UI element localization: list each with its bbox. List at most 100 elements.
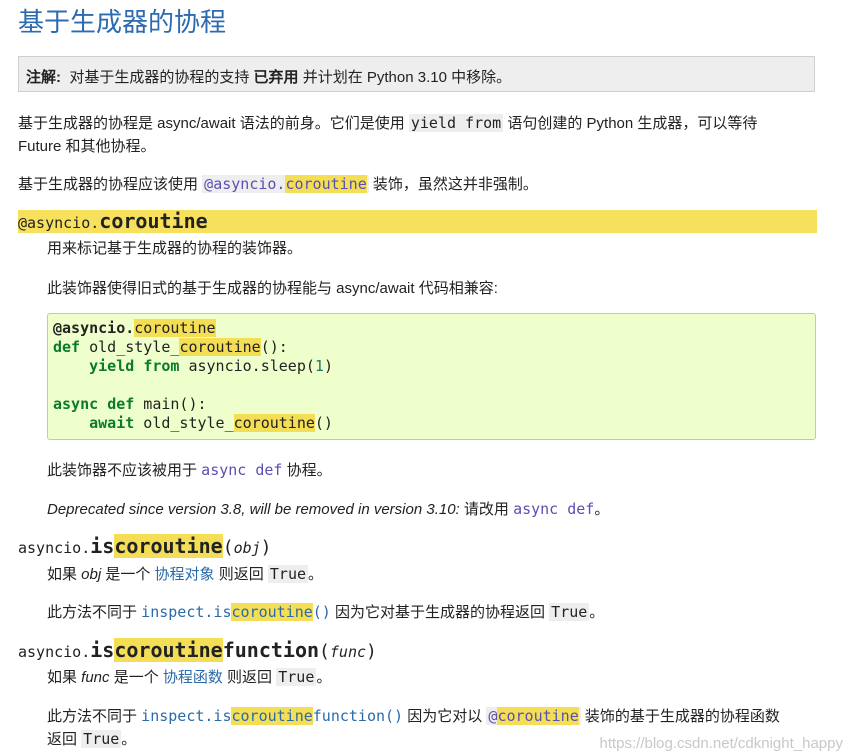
iscoroutine-signature: asyncio.iscoroutine(obj) [18,534,272,560]
iscoroutinefunction-description: 如果 func 是一个 协程函数 则返回 True。 [47,666,331,687]
inspect-link-a: inspect.is [141,603,232,621]
code-kw-def-2: def [107,395,135,413]
not-for-async-text: 此装饰器不应该被用于 async def 协程。 [47,459,332,480]
iscoroutine-description: 如果 obj 是一个 协程对象 则返回 True。 [47,563,323,584]
code-line-2: def old_style_coroutine(): [53,338,333,357]
note-label: 注解: [26,69,61,86]
page-title: 基于生成器的协程 [18,7,227,37]
note-text-1: 对基于生成器的协程的支持 [69,69,254,86]
inspect-fn-link-a: inspect.is [141,707,232,725]
inspect-fn-link-hl: coroutine [231,707,313,725]
intro-paragraph-line2: Future 和其他协程。 [18,138,156,155]
code-fn-name-a: old_style_ [80,338,180,356]
note-deprecated: 已弃用 [253,69,299,86]
code-dec-hl: coroutine [134,319,216,337]
code-kw-async: async [53,395,99,413]
dec-hl: coroutine [497,707,579,725]
iscoro-arg: obj [233,539,261,557]
code-example: @asyncio.coroutine def old_style_corouti… [53,319,333,433]
iscorofn-paren-close: ) [366,641,377,662]
code-sleep-close: ) [323,357,333,375]
code-fn-name-hl: coroutine [179,338,261,356]
iscorofn-true-code: True [276,668,317,686]
deprecated-notice: Deprecated since version 3.8, will be re… [47,498,609,519]
not-for-a: 此装饰器不应该被用于 [47,462,202,479]
link-prefix: @asyncio. [204,175,286,193]
iscoroutinefunction-signature: asyncio.iscoroutinefunction(func) [18,638,377,664]
code-await-call-hl: coroutine [233,414,315,432]
coroutine-function-link[interactable]: 协程函数 [163,669,223,686]
iscoro-desc-c: 则返回 [214,566,268,583]
code-line-1: @asyncio.coroutine [53,319,333,338]
deprecated-italic: Deprecated since version 3.8, will be re… [47,501,460,518]
iscoro-paren-close: ) [260,537,272,558]
iscorofn-desc-d: 。 [316,669,332,686]
iscorofn-desc-c: 则返回 [222,669,277,686]
iscorofn-desc-b: 是一个 [109,669,163,686]
inspect-iscoroutinefunction-link[interactable]: inspect.iscoroutinefunction() [141,707,403,725]
code-await-call-a: old_style_ [134,414,234,432]
iscoro-name-a: is [90,534,115,558]
code-dec-prefix: @asyncio. [53,319,135,337]
decorator-signature: @asyncio.coroutine [18,210,208,235]
asyncio-coroutine-link[interactable]: @asyncio.coroutine [202,175,369,193]
deprecation-note: 注解: 对基于生成器的协程的支持 已弃用 并计划在 Python 3.10 中移… [26,66,511,87]
code-num: 1 [314,357,324,375]
iscoro-diff-b: 因为它对基于生成器的协程返回 [330,604,550,621]
code-line-6: await old_style_coroutine() [53,414,333,433]
code-kw-yield: yield [89,357,135,375]
not-for-b: 协程。 [282,462,332,479]
code-await-call-b: () [314,414,333,432]
code-main: main(): [134,395,207,413]
iscorofn-prefix: asyncio. [18,643,91,661]
inspect-iscoroutine-link[interactable]: inspect.iscoroutine() [141,603,331,621]
usage-text-b: 装饰，虽然这并非强制。 [368,176,538,193]
watermark: https://blog.csdn.net/cdknight_happy [599,735,843,752]
code-kw-await: await [89,414,135,432]
inspect-link-hl: coroutine [231,603,313,621]
iscorofn-diff-b: 因为它对以 [403,708,487,725]
sig-name: coroutine [99,209,208,233]
deprecated-async-def: async def [513,500,595,518]
coroutine-object-link[interactable]: 协程对象 [155,566,215,583]
iscorofn-desc-func: func [81,669,110,686]
iscoro-paren-open: ( [222,537,234,558]
iscorofn-name-b: function [222,638,320,662]
iscorofn-diff2-true: True [81,730,122,748]
iscoro-name-hl: coroutine [114,534,223,558]
iscoro-diff-c: 。 [589,604,605,621]
decorator-description: 用来标记基于生成器的协程的装饰器。 [47,240,303,257]
decorator-compat-text: 此装饰器使得旧式的基于生成器的协程能与 async/await 代码相兼容: [47,280,498,297]
code-fn-paren: (): [260,338,288,356]
iscoro-desc-obj: obj [81,566,102,583]
code-kw-from: from [143,357,180,375]
coroutine-decorator-link[interactable]: @coroutine [486,707,581,725]
code-kw-def: def [53,338,81,356]
iscoro-desc-d: 。 [308,566,324,583]
note-text-2: 并计划在 Python 3.10 中移除。 [298,69,512,86]
iscorofn-name-hl: coroutine [114,638,223,662]
async-def-code: async def [201,461,283,479]
iscoro-desc-b: 是一个 [101,566,155,583]
code-line-5: async def main(): [53,395,333,414]
intro-text-b: 语句创建的 Python 生成器，可以等待 [503,115,758,132]
link-highlight: coroutine [285,175,367,193]
iscorofn-diff-a: 此方法不同于 [47,708,142,725]
yield-from-code: yield from [408,114,504,132]
iscoroutinefunction-difference-line2: 返回 True。 [47,728,136,749]
iscorofn-paren-open: ( [319,641,330,662]
iscoro-diff-true: True [549,603,590,621]
intro-paragraph-line1: 基于生成器的协程是 async/await 语法的前身。它们是使用 yield … [18,112,757,133]
deprecated-text-b: 。 [594,501,610,518]
intro-text-a: 基于生成器的协程是 async/await 语法的前身。它们是使用 [18,115,409,132]
iscoro-true-code: True [267,565,309,583]
iscorofn-name-a: is [90,638,115,662]
iscorofn-diff-c: 装饰的基于生成器的协程函数 [580,708,780,725]
iscoroutine-difference: 此方法不同于 inspect.iscoroutine() 因为它对基于生成器的协… [47,601,604,622]
inspect-fn-link-b: function() [312,707,404,725]
iscorofn-diff2-a: 返回 [47,731,82,748]
code-sleep-call: asyncio.sleep( [179,357,315,375]
iscorofn-desc-a: 如果 [47,669,82,686]
iscoro-prefix: asyncio. [18,539,91,557]
iscorofn-arg: func [329,643,367,661]
